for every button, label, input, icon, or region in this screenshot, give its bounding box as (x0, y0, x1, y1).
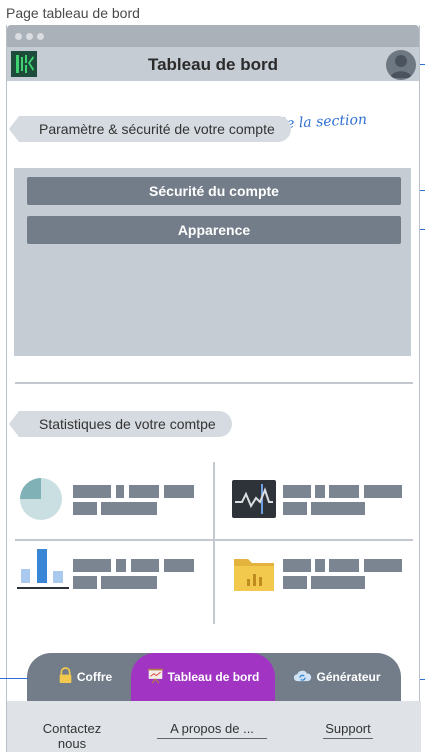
bar-chart-icon (17, 547, 69, 591)
section-divider (15, 382, 413, 384)
tab-vault-label: Coffre (76, 670, 113, 684)
padlock-icon (58, 667, 73, 687)
support-link[interactable]: Support (323, 721, 373, 739)
tab-dashboard[interactable]: Tableau de bord (131, 653, 275, 701)
pulse-chart-icon (232, 480, 276, 518)
stats-grid-horizontal-divider (15, 539, 413, 541)
tab-dashboard-label: Tableau de bord (167, 670, 260, 684)
account-security-button[interactable]: Sécurité du compte (27, 177, 401, 205)
annotation-line-vault-1 (0, 678, 28, 679)
contact-link[interactable]: Contactez nous (27, 721, 117, 752)
window-titlebar (7, 25, 419, 47)
tab-generator-label: Générateur (316, 670, 381, 684)
stats-grid-vertical-divider (213, 462, 215, 624)
bottom-tab-bar: Coffre Tableau de bord Générateur (27, 653, 401, 701)
page-caption: Page tableau de bord (6, 5, 140, 21)
about-link[interactable]: A propos de ... (157, 721, 267, 739)
section-title-stats: Statistiques de votre comtpe (9, 411, 232, 437)
cloud-sync-icon (293, 668, 312, 687)
folder-chart-icon (232, 553, 276, 593)
app-title: Tableau de bord (147, 55, 279, 74)
appearance-button[interactable]: Apparence (27, 216, 401, 244)
annotation-line-avatar (420, 64, 425, 65)
pie-chart-icon (17, 475, 63, 521)
footer: Contactez nous A propos de ... Support (7, 701, 421, 752)
section-title-account: Paramètre & sécurité de votre compte (9, 116, 291, 142)
tab-vault[interactable]: Coffre (41, 653, 129, 701)
presentation-board-icon (147, 667, 164, 687)
device-frame: Tableau de bord titre de la section Para… (6, 25, 421, 752)
user-avatar-icon[interactable] (386, 50, 416, 80)
account-settings-panel: Sécurité du compte Apparence (14, 168, 411, 356)
app-header: Tableau de bord (7, 47, 419, 81)
tab-generator[interactable]: Générateur (285, 653, 389, 701)
